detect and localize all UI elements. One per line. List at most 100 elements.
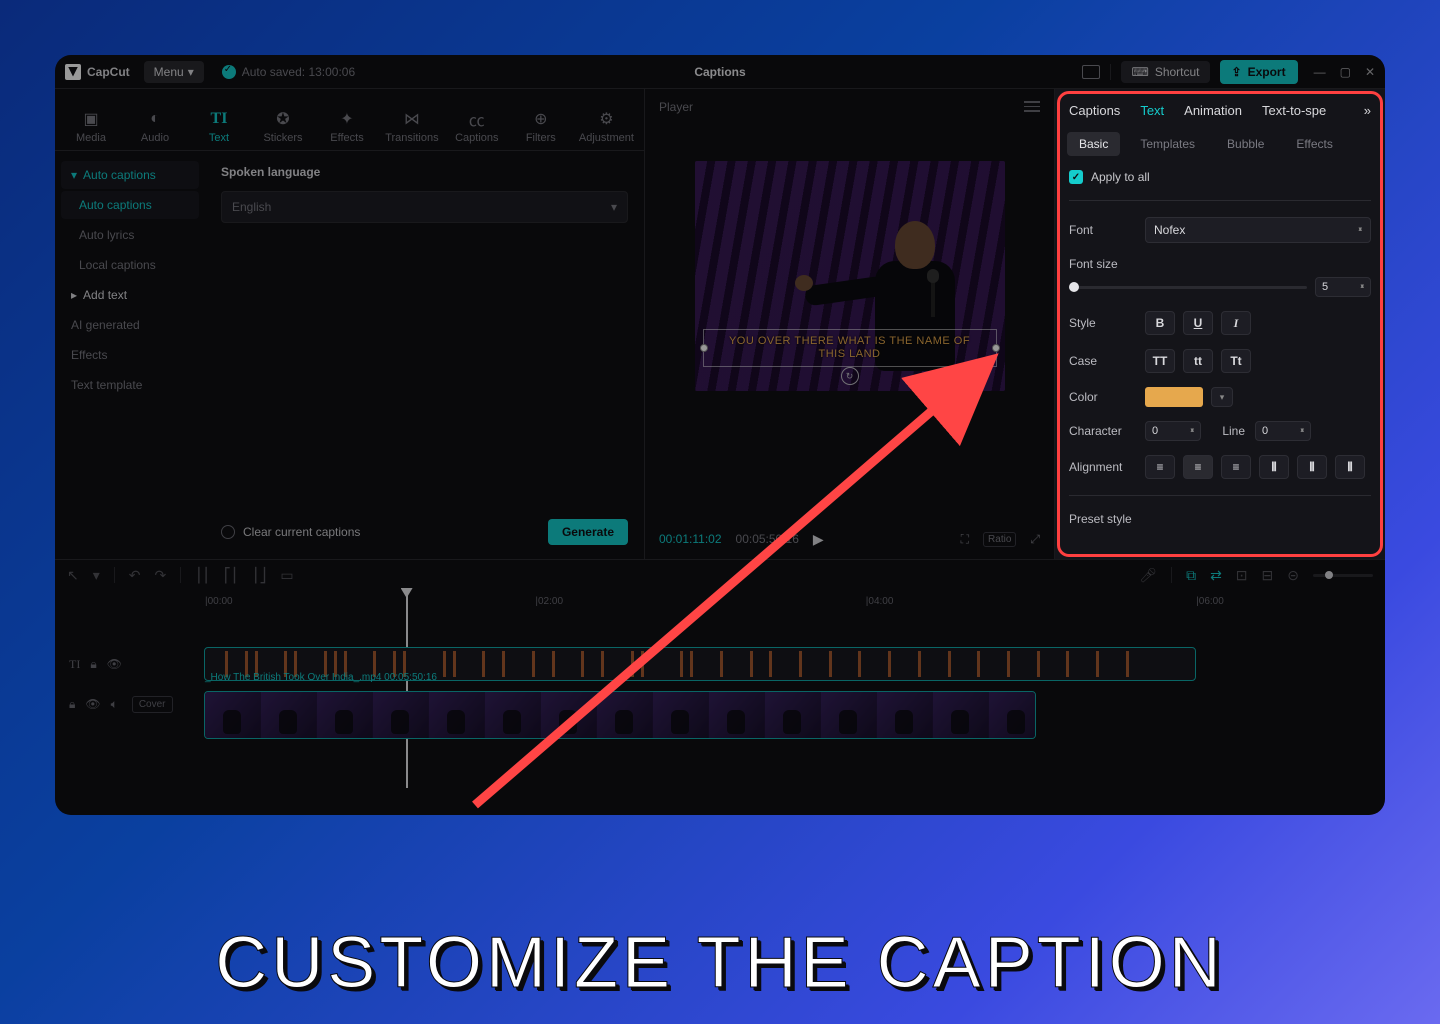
eye-icon[interactable]: 👁︎ [85,697,100,711]
lock-icon[interactable]: 🔒︎ [90,657,96,672]
italic-button[interactable]: I [1221,311,1251,335]
caption-track-controls[interactable]: TI 🔒︎ 👁︎ [55,644,205,684]
underline-button[interactable]: U [1183,311,1213,335]
tab-captions[interactable]: ㏄Captions [451,102,503,150]
color-swatch[interactable] [1145,387,1203,407]
player-options-icon[interactable] [1024,101,1040,112]
tab-effects[interactable]: ✦Effects [321,102,373,150]
tab-adjustment[interactable]: ⚙Adjustment [579,102,634,150]
ptab-captions[interactable]: Captions [1069,103,1120,118]
chevron-down-icon[interactable]: ▾ [93,567,100,584]
tab-filters[interactable]: ⊕Filters [515,102,567,150]
preview-icon[interactable]: ⊡ [1236,567,1248,584]
more-tabs-icon[interactable]: » [1364,103,1371,118]
font-select[interactable]: Nofex ▴▾ [1145,217,1371,243]
font-value: Nofex [1154,223,1185,237]
align-left-button[interactable]: ≡ [1145,455,1175,479]
sidebar-item-localcaptions[interactable]: Local captions [61,251,199,279]
layout-icon[interactable] [1082,65,1100,79]
zoom-out-icon[interactable]: ⊝ [1287,567,1299,584]
pointer-tool-icon[interactable]: ↖ [67,567,79,584]
sidebar-item-aigenerated[interactable]: AI generated [61,311,199,339]
subtab-effects[interactable]: Effects [1284,132,1344,156]
video-track-controls[interactable]: 🔒︎ 👁︎ 🔈︎ Cover [55,684,205,724]
menu-button[interactable]: Menu ▾ [144,61,204,83]
export-button[interactable]: ⇪ Export [1220,60,1298,84]
align-middle-button[interactable]: ⫴ [1297,455,1327,479]
generate-button[interactable]: Generate [548,519,628,545]
clear-captions-toggle[interactable]: Clear current captions [221,525,360,539]
tab-text[interactable]: TIText [193,102,245,150]
video-preview[interactable]: YOU OVER THERE WHAT IS THE NAME OFTHIS L… [695,161,1005,391]
fullscreen-icon[interactable]: ⤢ [1030,532,1040,547]
caption-overlay[interactable]: YOU OVER THERE WHAT IS THE NAME OFTHIS L… [707,333,993,363]
video-track[interactable] [205,692,1035,738]
alignment-label: Alignment [1069,460,1135,474]
minimize-button[interactable]: — [1314,65,1326,79]
fontsize-stepper[interactable]: 5 ▴▾ [1315,277,1371,297]
split-icon[interactable]: ⎮⎮ [195,567,210,584]
redo-icon[interactable]: ↷ [155,567,167,584]
ratio-button[interactable]: Ratio [983,532,1016,547]
delete-icon[interactable]: ▭ [280,567,293,584]
play-button[interactable]: ▶ [813,531,824,548]
sidebar-item-texttemplate[interactable]: Text template [61,371,199,399]
timeline-ruler[interactable]: |00:00 |02:00 |04:00 |06:00 [55,590,1385,618]
subtab-basic[interactable]: Basic [1067,132,1120,156]
titlecase-button[interactable]: Tt [1221,349,1251,373]
divider [1069,200,1371,201]
crop-icon[interactable]: ⛶ [961,532,969,547]
magnet-icon[interactable]: ⧉ [1186,567,1196,584]
fontsize-slider[interactable] [1069,286,1307,289]
align-center-button[interactable]: ≡ [1183,455,1213,479]
track-area[interactable]: _How The British Took Over India_.mp4 00… [205,618,1385,815]
shortcut-button[interactable]: ⌨ Shortcut [1121,61,1209,83]
uppercase-button[interactable]: TT [1145,349,1175,373]
chevron-down-icon: ▾ [611,200,617,214]
trim-right-icon[interactable]: ⎮⎦ [252,567,266,584]
ptab-animation[interactable]: Animation [1184,103,1242,118]
line-stepper[interactable]: 0 ▴▾ [1255,421,1311,441]
bold-button[interactable]: B [1145,311,1175,335]
align-top-button[interactable]: ⫴ [1259,455,1289,479]
subtab-templates[interactable]: Templates [1128,132,1207,156]
link-icon[interactable]: ⇄ [1210,567,1222,584]
shortcut-label: Shortcut [1155,65,1200,79]
eye-icon[interactable]: 👁︎ [107,657,122,671]
selection-handles[interactable] [703,329,997,367]
trim-left-icon[interactable]: ⎡⎮ [224,567,238,584]
tab-transitions[interactable]: ⋈Transitions [385,102,439,150]
spoken-language-select[interactable]: English ▾ [221,191,628,223]
close-button[interactable]: ✕ [1365,65,1375,79]
zoom-slider[interactable] [1313,574,1373,577]
sidebar-item-effects[interactable]: Effects [61,341,199,369]
maximize-button[interactable]: ▢ [1340,65,1351,79]
mic-icon[interactable]: 🎤︎ [1139,567,1157,584]
subtab-bubble[interactable]: Bubble [1215,132,1276,156]
tab-stickers[interactable]: ✪Stickers [257,102,309,150]
ptab-tts[interactable]: Text-to-spe [1262,103,1326,118]
autosave-text: Auto saved: 13:00:06 [242,65,355,79]
adjustment-icon: ⚙ [595,108,617,130]
tab-audio[interactable]: ◐Audio [129,102,181,150]
lock-icon[interactable]: 🔒︎ [69,697,75,712]
sidebar-item-autocaptions[interactable]: Auto captions [61,191,199,219]
color-dropdown[interactable]: ▾ [1211,387,1233,407]
player-panel: Player YOU OVER THERE WHAT IS THE NAME O… [645,89,1055,559]
tab-media[interactable]: ▣Media [65,102,117,150]
sidebar-group-addtext[interactable]: ▸Add text [61,281,199,309]
character-value: 0 [1152,425,1158,437]
lowercase-button[interactable]: tt [1183,349,1213,373]
align-right-button[interactable]: ≡ [1221,455,1251,479]
cover-button[interactable]: Cover [132,696,173,713]
sidebar-group-autocaptions[interactable]: ▾Auto captions [61,161,199,189]
align-bottom-button[interactable]: ⫴ [1335,455,1365,479]
undo-icon[interactable]: ↶ [129,567,141,584]
track-options-icon[interactable]: ⊟ [1262,567,1274,584]
rotate-handle-icon[interactable]: ↻ [841,367,859,385]
apply-to-all-toggle[interactable]: ✓ Apply to all [1069,170,1371,184]
sidebar-item-autolyrics[interactable]: Auto lyrics [61,221,199,249]
mute-icon[interactable]: 🔈︎ [111,697,118,712]
ptab-text[interactable]: Text [1140,103,1164,118]
character-stepper[interactable]: 0 ▴▾ [1145,421,1201,441]
